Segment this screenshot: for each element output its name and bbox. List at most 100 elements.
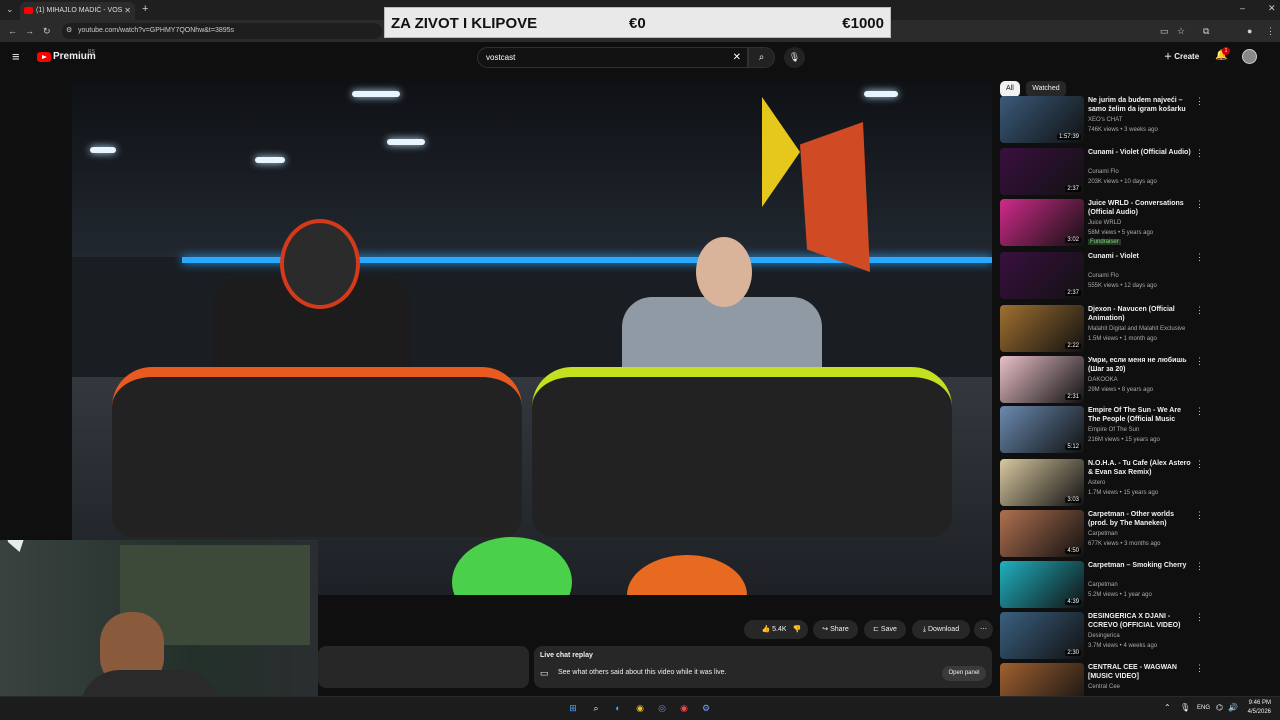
- address-bar[interactable]: ⚙ youtube.com/watch?v=GPHMY7QONhw&t=3895…: [62, 23, 382, 39]
- discord-icon[interactable]: ◎: [654, 700, 670, 716]
- video-more-icon[interactable]: ⋮: [1195, 663, 1204, 674]
- video-channel[interactable]: Juice WRLD: [1088, 220, 1121, 226]
- share-button[interactable]: ↪ Share: [813, 620, 858, 639]
- video-title[interactable]: Умри, если меня не любишь (Шаг за 20): [1088, 356, 1192, 374]
- voice-search-icon[interactable]: 🎙: [784, 47, 805, 68]
- edge-icon[interactable]: ◐: [610, 700, 626, 716]
- video-channel[interactable]: Empire Of The Sun: [1088, 427, 1139, 433]
- related-video-item[interactable]: 4:39 Carpetman – Smoking Cherry Carpetman 5…: [1000, 561, 1205, 609]
- settings-gear-icon[interactable]: ⚙: [698, 700, 714, 716]
- video-thumbnail[interactable]: 1:57:39: [1000, 96, 1084, 143]
- related-video-item[interactable]: 2:37 Cunami - Violet Cunami Flo 555K views …: [1000, 252, 1205, 300]
- video-title[interactable]: DESINGERICA X DJANI - CCREVO (OFFICIAL V…: [1088, 612, 1192, 630]
- video-title[interactable]: Carpetman - Other worlds (prod. by The M…: [1088, 510, 1192, 528]
- youtube-logo-icon[interactable]: [37, 52, 51, 62]
- network-icon[interactable]: ⌬: [1216, 703, 1223, 712]
- related-video-item[interactable]: 2:31 Умри, если меня не любишь (Шаг за 20…: [1000, 356, 1205, 404]
- close-window-icon[interactable]: ✕: [1268, 0, 1276, 19]
- video-player[interactable]: [72, 77, 992, 595]
- related-video-item[interactable]: 2:22 Djexon - Navucen (Official Animation…: [1000, 305, 1205, 353]
- mic-tray-icon[interactable]: 🎙: [1180, 703, 1190, 712]
- video-thumbnail[interactable]: 2:30: [1000, 612, 1084, 659]
- account-avatar[interactable]: [1242, 49, 1257, 64]
- search-button[interactable]: ⌕: [748, 47, 775, 68]
- related-video-item[interactable]: 2:30 DESINGERICA X DJANI - CCREVO (OFFICI…: [1000, 612, 1205, 660]
- video-channel[interactable]: XEO's CHAT: [1088, 117, 1122, 123]
- create-button[interactable]: ＋ Create: [1164, 51, 1199, 62]
- forward-icon[interactable]: →: [25, 20, 34, 42]
- video-title[interactable]: CENTRAL CEE - WAGWAN [MUSIC VIDEO]: [1088, 663, 1192, 681]
- video-more-icon[interactable]: ⋮: [1195, 510, 1204, 521]
- related-video-item[interactable]: 3:02 Juice WRLD - Conversations (Official…: [1000, 199, 1205, 247]
- related-video-item[interactable]: 1:57:39 Ne jurim da budem najveći – samo …: [1000, 96, 1205, 144]
- related-video-item[interactable]: 5:12 Empire Of The Sun - We Are The Peopl…: [1000, 406, 1205, 454]
- video-thumbnail[interactable]: 2:31: [1000, 356, 1084, 403]
- save-button[interactable]: ⊏ Save: [864, 620, 906, 639]
- video-channel[interactable]: DAKOOKA: [1088, 377, 1118, 383]
- video-channel[interactable]: Astero: [1088, 480, 1105, 486]
- video-channel[interactable]: Carpetman: [1088, 582, 1118, 588]
- volume-icon[interactable]: 🔊: [1228, 703, 1238, 712]
- video-title[interactable]: Djexon - Navucen (Official Animation): [1088, 305, 1192, 323]
- chip-watched[interactable]: Watched: [1026, 81, 1066, 97]
- video-channel[interactable]: Carpetman: [1088, 531, 1118, 537]
- clock-time[interactable]: 9:46 PM: [1247, 700, 1271, 706]
- taskbar-search-icon[interactable]: ⌕: [588, 700, 604, 716]
- video-title[interactable]: Empire Of The Sun - We Are The People (O…: [1088, 406, 1192, 425]
- extensions-icon[interactable]: ⧉: [1203, 20, 1209, 42]
- video-title[interactable]: Juice WRLD - Conversations (Official Aud…: [1088, 199, 1192, 217]
- install-icon[interactable]: ▭: [1160, 20, 1169, 42]
- video-thumbnail[interactable]: 3:03: [1000, 459, 1084, 506]
- video-more-icon[interactable]: ⋮: [1195, 459, 1204, 470]
- open-panel-button[interactable]: Open panel: [942, 666, 986, 681]
- site-info-icon[interactable]: ⚙: [66, 23, 72, 39]
- related-video-item[interactable]: 3:03 N.O.H.A. - Tu Cafe (Alex Astero & Ev…: [1000, 459, 1205, 507]
- browser-tab[interactable]: (1) MIHAJLO MADIĆ - VOS ✕: [20, 2, 135, 20]
- video-channel[interactable]: Central Cee: [1088, 684, 1120, 690]
- language-indicator[interactable]: ENG: [1197, 705, 1210, 711]
- chip-all[interactable]: All: [1000, 81, 1020, 97]
- video-thumbnail[interactable]: 2:22: [1000, 305, 1084, 352]
- video-more-icon[interactable]: ⋮: [1195, 305, 1204, 316]
- video-more-icon[interactable]: ⋮: [1195, 252, 1204, 263]
- video-channel[interactable]: Cunami Flo: [1088, 169, 1119, 175]
- video-thumbnail[interactable]: 3:02: [1000, 199, 1084, 246]
- video-title[interactable]: Ne jurim da budem najveći – samo želim d…: [1088, 96, 1192, 115]
- minimize-icon[interactable]: –: [1240, 0, 1245, 19]
- video-thumbnail[interactable]: 4:39: [1000, 561, 1084, 608]
- hamburger-menu-icon[interactable]: ≡: [12, 49, 20, 64]
- video-title[interactable]: N.O.H.A. - Tu Cafe (Alex Astero & Evan S…: [1088, 459, 1192, 477]
- tray-chevron-icon[interactable]: ⌃: [1164, 703, 1171, 712]
- new-tab-button[interactable]: +: [142, 0, 148, 20]
- profile-icon[interactable]: ●: [1247, 20, 1252, 42]
- related-video-item[interactable]: 2:37 Cunami - Violet (Official Audio) Cuna…: [1000, 148, 1205, 196]
- video-title[interactable]: Carpetman – Smoking Cherry: [1088, 561, 1192, 570]
- video-more-icon[interactable]: ⋮: [1195, 406, 1204, 417]
- clear-search-icon[interactable]: ✕: [733, 48, 741, 67]
- obs-icon[interactable]: ◉: [676, 700, 692, 716]
- bookmark-star-icon[interactable]: ☆: [1177, 20, 1185, 42]
- video-more-icon[interactable]: ⋮: [1195, 561, 1204, 572]
- related-video-item[interactable]: 4:50 Carpetman - Other worlds (prod. by T…: [1000, 510, 1205, 558]
- video-title[interactable]: Cunami - Violet: [1088, 252, 1192, 261]
- clock-date[interactable]: 4/5/2026: [1245, 709, 1271, 715]
- description-box[interactable]: [318, 646, 529, 688]
- start-icon[interactable]: ⊞: [565, 700, 581, 716]
- video-channel[interactable]: Desingerica: [1088, 633, 1120, 639]
- video-thumbnail[interactable]: 2:37: [1000, 252, 1084, 299]
- video-thumbnail[interactable]: 2:37: [1000, 148, 1084, 195]
- close-tab-icon[interactable]: ✕: [124, 2, 131, 20]
- more-actions-button[interactable]: ⋯: [974, 620, 993, 639]
- video-more-icon[interactable]: ⋮: [1195, 612, 1204, 623]
- reload-icon[interactable]: ↻: [43, 20, 51, 42]
- back-icon[interactable]: ←: [8, 20, 17, 42]
- dislike-button[interactable]: 👎: [786, 620, 808, 639]
- download-button[interactable]: ⤓ Download: [912, 620, 970, 639]
- search-input[interactable]: vostcast ✕: [477, 47, 748, 68]
- video-more-icon[interactable]: ⋮: [1195, 96, 1204, 107]
- tab-list-icon[interactable]: ⌄: [6, 0, 14, 20]
- video-more-icon[interactable]: ⋮: [1195, 148, 1204, 159]
- video-more-icon[interactable]: ⋮: [1195, 199, 1204, 210]
- video-thumbnail[interactable]: 4:50: [1000, 510, 1084, 557]
- menu-icon[interactable]: ⋮: [1266, 20, 1275, 42]
